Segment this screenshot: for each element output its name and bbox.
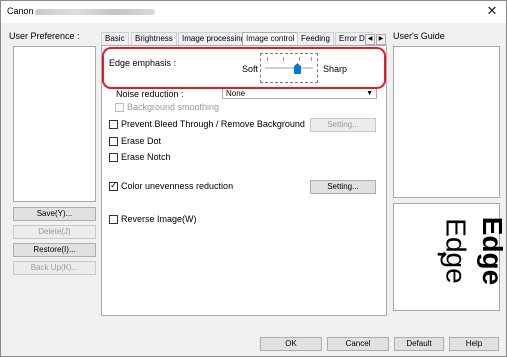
color-unevenness-checkbox[interactable]: ✓ <box>109 180 118 191</box>
cancel-button[interactable]: Cancel <box>327 337 389 351</box>
background-smoothing-label: Background smoothing <box>127 102 220 112</box>
edge-sharp-label: Sharp <box>323 64 348 74</box>
erase-dot-label: Erase Dot <box>121 136 162 146</box>
slider-tick <box>311 57 312 61</box>
title-bar[interactable]: Canon ✕ <box>1 1 506 23</box>
edge-preview-sharp: Edge <box>477 216 507 286</box>
noise-reduction-label: Noise reduction : <box>116 89 184 99</box>
help-button[interactable]: Help <box>449 337 499 351</box>
erase-notch-checkbox[interactable] <box>109 153 118 162</box>
tab-brightness[interactable]: Brightness <box>131 32 177 45</box>
reverse-image-label: Reverse Image(W) <box>121 214 197 224</box>
scanner-settings-window: Canon ✕ User Preference : Save(Y)... Del… <box>0 0 507 357</box>
color-unevenness-label: Color unevenness reduction <box>121 181 234 191</box>
tab-basic[interactable]: Basic <box>101 32 129 45</box>
tab-scroll-right-icon[interactable]: ▶ <box>376 34 386 45</box>
slider-tick <box>283 57 284 61</box>
delete-button[interactable]: Delete(J) <box>13 225 96 239</box>
tab-feeding[interactable]: Feeding <box>297 32 334 45</box>
erase-notch-label: Erase Notch <box>121 152 171 162</box>
edge-soft-label: Soft <box>242 64 259 74</box>
ok-button[interactable]: OK <box>260 337 322 351</box>
prevent-bleed-through-label: Prevent Bleed Through / Remove Backgroun… <box>121 119 305 129</box>
user-preference-label: User Preference : <box>9 31 80 41</box>
color-unevenness-setting-button[interactable]: Setting... <box>310 180 376 194</box>
erase-dot-checkbox[interactable] <box>109 137 118 146</box>
tab-scroll-left-icon[interactable]: ◀ <box>365 34 375 45</box>
default-button[interactable]: Default <box>394 337 444 351</box>
save-button[interactable]: Save(Y)... <box>13 207 96 221</box>
users-guide-label: User's Guide <box>393 31 445 41</box>
slider-tick <box>299 57 300 61</box>
prevent-bleed-through-checkbox[interactable] <box>109 120 118 129</box>
noise-reduction-select[interactable]: None ▼ <box>222 88 377 99</box>
slider-tick <box>267 57 268 61</box>
redacted-model-name <box>35 9 155 15</box>
window-title: Canon <box>7 6 34 16</box>
bleed-through-setting-button[interactable]: Setting... <box>310 118 376 132</box>
reverse-image-checkbox[interactable] <box>109 215 118 224</box>
slider-track <box>265 67 313 69</box>
right-arrow-icon: ➡ <box>437 247 448 261</box>
close-icon[interactable]: ✕ <box>484 3 500 19</box>
backup-button[interactable]: Back Up(K)... <box>13 261 96 275</box>
users-guide-panel[interactable] <box>393 46 500 198</box>
tab-image-processing[interactable]: Image processing <box>178 32 250 45</box>
user-preference-list[interactable] <box>13 46 96 202</box>
restore-button[interactable]: Restore(I)... <box>13 243 96 257</box>
chevron-down-icon: ▼ <box>366 90 373 97</box>
noise-reduction-value: None <box>226 89 246 98</box>
tab-image-control[interactable]: Image control <box>242 32 299 46</box>
edge-emphasis-label: Edge emphasis : <box>109 58 177 68</box>
checkmark-icon: ✓ <box>110 180 118 190</box>
background-smoothing-checkbox[interactable] <box>115 103 124 112</box>
